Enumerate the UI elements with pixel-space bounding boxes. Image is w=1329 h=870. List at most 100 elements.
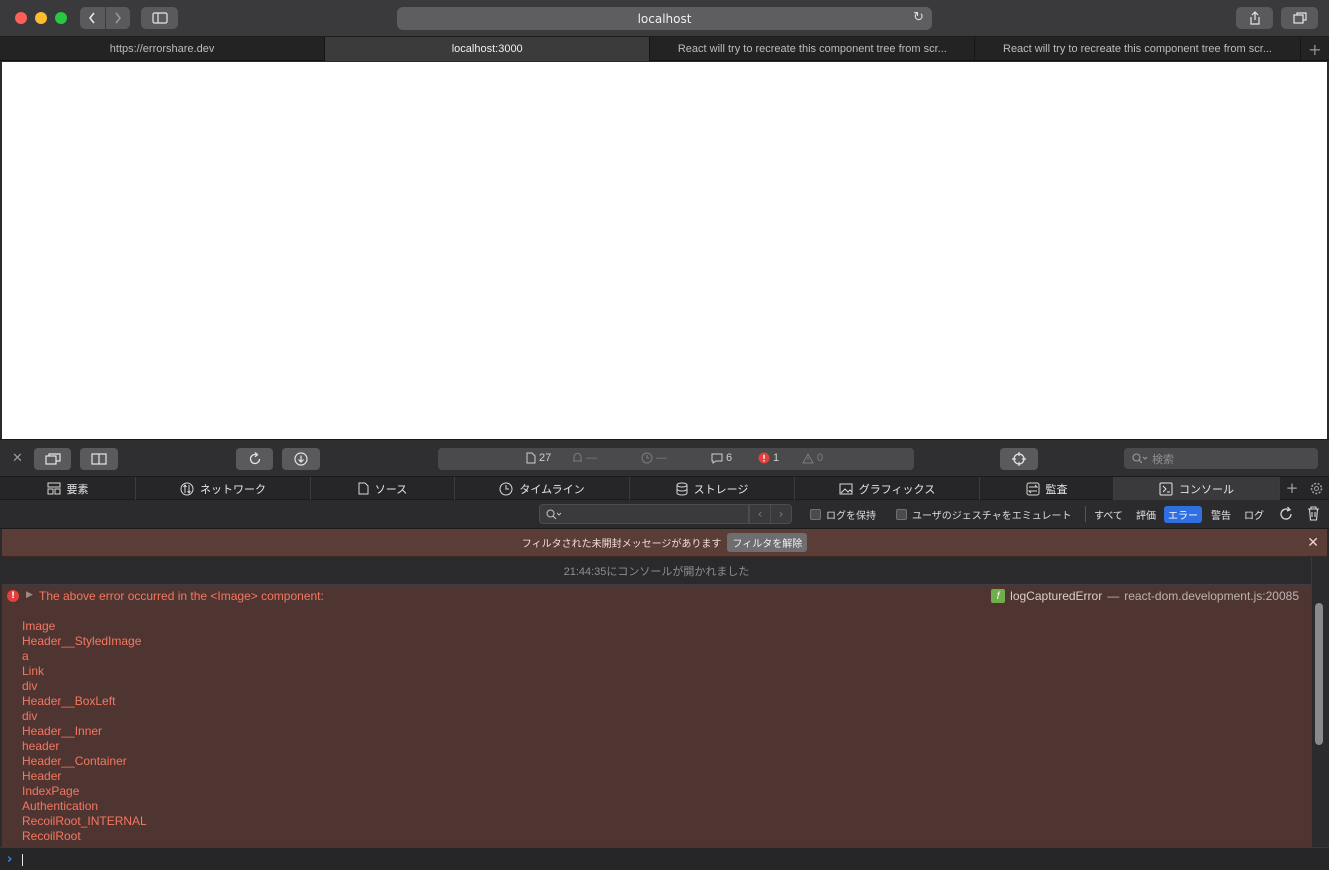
new-tab-button[interactable]: + bbox=[1301, 37, 1329, 61]
console-filter-bar: ‹ › ログを保持 ユーザのジェスチャをエミュレート すべて 評価 エラー 警告… bbox=[0, 500, 1329, 529]
tab-graphics[interactable]: グラフィックス bbox=[795, 477, 980, 500]
previous-match-button[interactable]: ‹ bbox=[749, 504, 771, 524]
add-tab-icon[interactable]: + bbox=[1280, 477, 1304, 499]
emulate-gesture-checkbox[interactable]: ユーザのジェスチャをエミュレート bbox=[896, 507, 1072, 522]
clear-on-reload-icon[interactable] bbox=[1278, 506, 1294, 522]
browser-tab[interactable]: React will try to recreate this componen… bbox=[975, 37, 1301, 61]
warning-count[interactable]: 0 bbox=[802, 452, 823, 464]
download-archive-button[interactable] bbox=[282, 448, 320, 470]
zoom-window-button[interactable] bbox=[55, 12, 67, 24]
tab-console[interactable]: コンソール bbox=[1114, 477, 1280, 500]
browser-tab[interactable]: https://errorshare.dev bbox=[0, 37, 326, 61]
reload-icon bbox=[249, 452, 260, 465]
document-icon bbox=[526, 452, 536, 464]
reload-page-button[interactable] bbox=[236, 448, 273, 470]
tab-audit[interactable]: 監査 bbox=[980, 477, 1114, 500]
checkbox-box[interactable] bbox=[810, 509, 821, 520]
tab-label: グラフィックス bbox=[858, 482, 936, 496]
inspect-element-button[interactable] bbox=[1000, 448, 1038, 470]
resources-count[interactable]: 27 bbox=[526, 452, 551, 464]
forward-button[interactable] bbox=[104, 7, 131, 29]
clock-icon bbox=[641, 452, 653, 464]
stack-frame: a bbox=[22, 649, 29, 663]
search-icon bbox=[546, 508, 562, 519]
title-bar: localhost ↻ bbox=[0, 0, 1329, 37]
elements-icon bbox=[47, 482, 60, 495]
tab-overview-icon bbox=[1292, 12, 1307, 24]
log-count[interactable]: 6 bbox=[711, 452, 732, 464]
share-button[interactable] bbox=[1236, 7, 1273, 29]
clear-filters-button[interactable]: フィルタを解除 bbox=[727, 533, 808, 552]
close-devtools-icon[interactable]: ✕ bbox=[12, 451, 23, 466]
source-file-link[interactable]: react-dom.development.js:20085 bbox=[1124, 589, 1299, 603]
notifications-value: — bbox=[586, 452, 597, 464]
filter-evaluation[interactable]: 評価 bbox=[1132, 506, 1160, 523]
console-filter-input[interactable] bbox=[539, 504, 749, 524]
dock-side-button[interactable] bbox=[80, 448, 118, 470]
sidebar-toggle-button[interactable] bbox=[141, 7, 178, 29]
browser-tab[interactable]: React will try to recreate this componen… bbox=[650, 37, 976, 61]
filter-warnings[interactable]: 警告 bbox=[1207, 506, 1235, 523]
disclosure-triangle-icon[interactable]: ▶ bbox=[26, 590, 33, 600]
tab-elements[interactable]: 要素 bbox=[0, 477, 136, 500]
opened-at-text: 21:44:35にコンソールが開かれました bbox=[563, 565, 750, 578]
load-time-status: — bbox=[641, 452, 667, 464]
tab-overview-button[interactable] bbox=[1281, 7, 1318, 29]
log-count-value: 6 bbox=[726, 452, 733, 464]
tab-label: 監査 bbox=[1045, 482, 1068, 496]
address-bar[interactable]: localhost ↻ bbox=[397, 7, 932, 30]
console-prompt[interactable]: › bbox=[0, 847, 1329, 870]
filter-logs[interactable]: ログ bbox=[1240, 506, 1268, 523]
close-icon[interactable]: ✕ bbox=[1307, 535, 1319, 551]
function-name: logCapturedError bbox=[1010, 589, 1103, 603]
preserve-log-label: ログを保持 bbox=[826, 511, 876, 522]
network-icon bbox=[180, 482, 194, 495]
devtools-toolbar: ✕ 27 — — 6 1 0 検索 bbox=[0, 439, 1329, 476]
error-count[interactable]: 1 bbox=[758, 452, 779, 464]
stack-frame: Header__Inner bbox=[22, 724, 103, 738]
prompt-chevron-icon: › bbox=[7, 852, 13, 867]
tab-sources[interactable]: ソース bbox=[311, 477, 455, 500]
settings-gear-icon[interactable] bbox=[1304, 477, 1328, 499]
error-icon bbox=[758, 452, 770, 464]
bell-icon bbox=[573, 453, 582, 462]
browser-tab-active[interactable]: localhost:3000 bbox=[325, 37, 651, 61]
devtools-search-input[interactable]: 検索 bbox=[1124, 448, 1318, 469]
resources-count-value: 27 bbox=[539, 452, 552, 464]
stack-frame: Image bbox=[22, 619, 56, 633]
minimize-window-button[interactable] bbox=[35, 12, 47, 24]
warning-count-value: 0 bbox=[817, 452, 824, 464]
console-scrollbar[interactable] bbox=[1311, 557, 1327, 847]
chevron-right-icon bbox=[115, 12, 121, 24]
devtools-status-bar: 27 — — 6 1 0 bbox=[438, 448, 914, 470]
error-source[interactable]: f logCapturedError — react-dom.developme… bbox=[991, 589, 1299, 603]
preserve-log-checkbox[interactable]: ログを保持 bbox=[810, 507, 876, 522]
error-count-value: 1 bbox=[773, 452, 780, 464]
filtered-messages-banner: フィルタされた未開封メッセージがあります フィルタを解除 ✕ bbox=[2, 529, 1327, 557]
message-icon bbox=[711, 453, 723, 464]
checkbox-box[interactable] bbox=[896, 509, 907, 520]
tab-storage[interactable]: ストレージ bbox=[630, 477, 795, 500]
filter-all[interactable]: すべて bbox=[1090, 506, 1127, 523]
stack-frame: RecoilRoot bbox=[22, 829, 81, 843]
tab-label: タイムライン bbox=[519, 482, 585, 496]
error-message[interactable]: ! ▶ The above error occurred in the <Ima… bbox=[2, 585, 1311, 847]
audit-icon bbox=[1026, 482, 1039, 495]
tab-timeline[interactable]: タイムライン bbox=[455, 477, 630, 500]
tab-network[interactable]: ネットワーク bbox=[136, 477, 311, 500]
clear-console-icon[interactable] bbox=[1307, 506, 1320, 521]
scrollbar-thumb[interactable] bbox=[1315, 603, 1323, 745]
stack-frame: div bbox=[22, 679, 38, 693]
reload-icon[interactable]: ↻ bbox=[913, 10, 924, 25]
close-window-button[interactable] bbox=[15, 12, 27, 24]
storage-icon bbox=[676, 482, 688, 495]
tab-title: https://errorshare.dev bbox=[109, 43, 215, 55]
emulate-gesture-label: ユーザのジェスチャをエミュレート bbox=[912, 511, 1072, 522]
filter-errors[interactable]: エラー bbox=[1164, 506, 1202, 523]
load-time-value: — bbox=[656, 452, 667, 464]
back-button[interactable] bbox=[80, 7, 105, 29]
next-match-button[interactable]: › bbox=[770, 504, 792, 524]
text-cursor bbox=[22, 854, 23, 866]
detach-devtools-button[interactable] bbox=[34, 448, 71, 470]
address-text: localhost bbox=[637, 11, 692, 26]
